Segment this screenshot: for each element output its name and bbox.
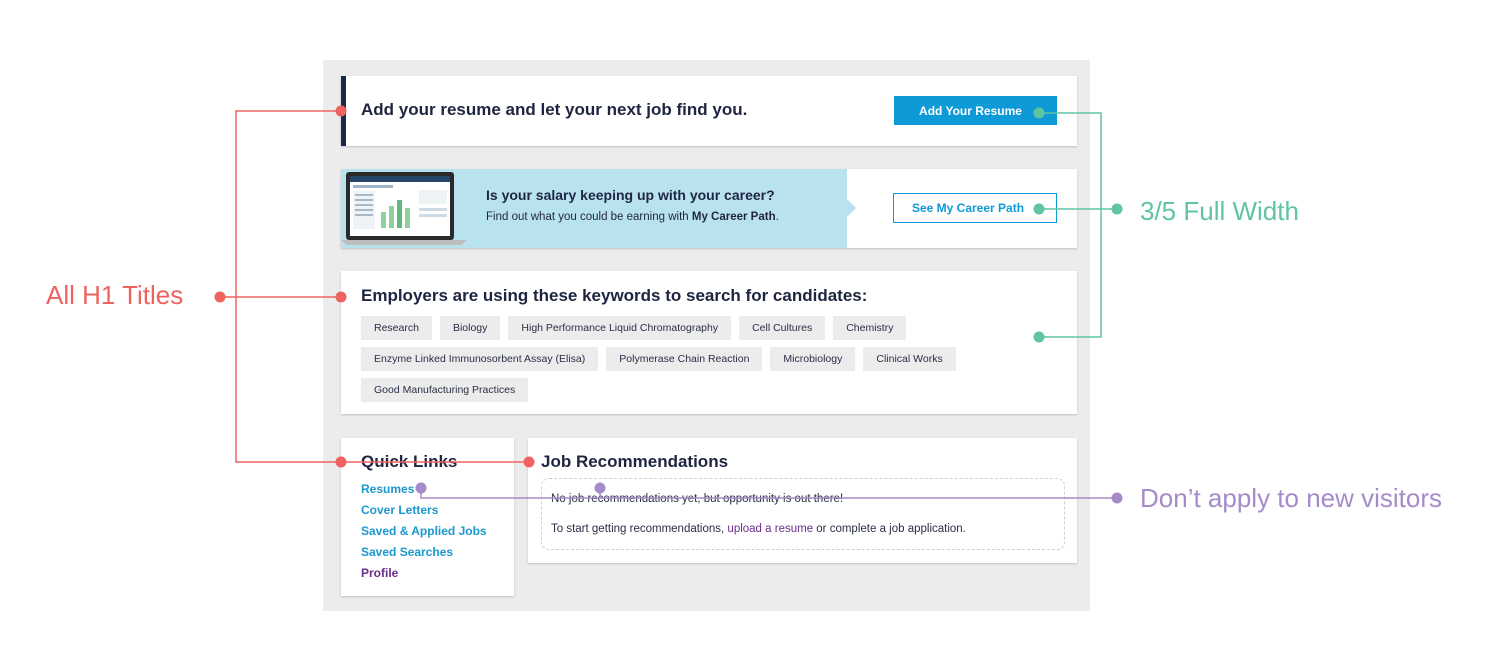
add-resume-title: Add your resume and let your next job fi… [361, 100, 748, 119]
keyword-tag[interactable]: Clinical Works [863, 347, 956, 371]
empty-state-hint: To start getting recommendations, upload… [551, 523, 966, 535]
keyword-tags: Research Biology High Performance Liquid… [361, 316, 961, 402]
keyword-tag[interactable]: High Performance Liquid Chromatography [508, 316, 732, 340]
annotation-full-width: 3/5 Full Width [1140, 196, 1299, 226]
keyword-tag[interactable]: Chemistry [833, 316, 907, 340]
annotation-new-visitors: Don’t apply to new visitors [1140, 483, 1443, 513]
career-subtext: Find out what you could be earning with … [486, 211, 779, 223]
empty-state-message: No job recommendations yet, but opportun… [551, 493, 844, 505]
career-question: Is your salary keeping up with your care… [486, 187, 775, 203]
marker-dot [1111, 203, 1123, 215]
job-recommendations-title: Job Recommendations [541, 452, 729, 471]
quick-links-title: Quick Links [361, 452, 458, 471]
banner-pointer [847, 199, 856, 217]
quick-links-card: Quick Links Resumes Cover Letters Saved … [341, 438, 514, 596]
add-resume-card: Add your resume and let your next job fi… [341, 76, 1077, 146]
job-recommendations-empty-state: No job recommendations yet, but opportun… [541, 478, 1065, 550]
keyword-tag[interactable]: Cell Cultures [739, 316, 826, 340]
keyword-tag[interactable]: Polymerase Chain Reaction [606, 347, 763, 371]
see-my-career-path-button[interactable]: See My Career Path [893, 193, 1057, 223]
quick-links-list: Resumes Cover Letters Saved & Applied Jo… [361, 481, 487, 586]
keyword-tag[interactable]: Microbiology [770, 347, 856, 371]
laptop-illustration [341, 172, 467, 245]
quick-link-saved-searches[interactable]: Saved Searches [361, 544, 487, 565]
add-your-resume-button[interactable]: Add Your Resume [894, 96, 1057, 125]
marker-dot [214, 291, 226, 303]
keyword-tag[interactable]: Enzyme Linked Immunosorbent Assay (Elisa… [361, 347, 599, 371]
quick-link-profile[interactable]: Profile [361, 565, 487, 586]
keywords-card: Employers are using these keywords to se… [341, 271, 1077, 414]
keyword-tag[interactable]: Good Manufacturing Practices [361, 378, 529, 402]
quick-link-saved-applied-jobs[interactable]: Saved & Applied Jobs [361, 523, 487, 544]
career-banner: Is your salary keeping up with your care… [341, 169, 847, 248]
annotation-h1-titles: All H1 Titles [46, 280, 184, 310]
marker-dot [1111, 492, 1123, 504]
keyword-tag[interactable]: Research [361, 316, 432, 340]
keyword-tag[interactable]: Biology [439, 316, 501, 340]
quick-link-resumes[interactable]: Resumes [361, 481, 487, 502]
job-recommendations-card: Job Recommendations No job recommendatio… [528, 438, 1077, 563]
career-path-card: Is your salary keeping up with your care… [341, 169, 1077, 248]
quick-link-cover-letters[interactable]: Cover Letters [361, 502, 487, 523]
keywords-title: Employers are using these keywords to se… [361, 286, 868, 305]
upload-resume-link[interactable]: upload a resume [727, 523, 813, 535]
